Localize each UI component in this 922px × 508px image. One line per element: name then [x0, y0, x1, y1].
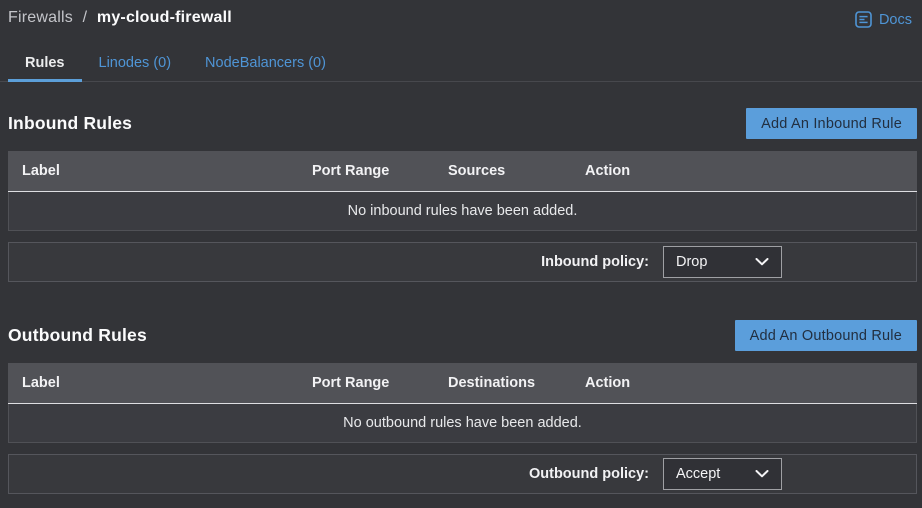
outbound-col-label: Label: [8, 375, 312, 391]
breadcrumb: Firewalls / my-cloud-firewall: [8, 9, 232, 27]
docs-label: Docs: [879, 12, 912, 28]
inbound-col-sources: Sources: [448, 163, 585, 179]
top-bar: Firewalls / my-cloud-firewall Docs: [0, 0, 922, 28]
tab-linodes-label: Linodes (0): [99, 55, 172, 71]
inbound-col-action: Action: [585, 163, 917, 179]
breadcrumb-firewalls-link[interactable]: Firewalls: [8, 9, 73, 26]
tab-nodebalancers[interactable]: NodeBalancers (0): [188, 48, 343, 81]
inbound-section-header: Inbound Rules Add An Inbound Rule: [8, 108, 917, 139]
outbound-section-header: Outbound Rules Add An Outbound Rule: [8, 320, 917, 351]
tab-rules-label: Rules: [25, 55, 65, 71]
outbound-empty-text: No outbound rules have been added.: [343, 415, 582, 431]
inbound-policy-label: Inbound policy:: [541, 254, 649, 270]
outbound-rules-table: Label Port Range Destinations Action No …: [8, 363, 917, 443]
chevron-down-icon: [755, 258, 769, 266]
tab-bar: Rules Linodes (0) NodeBalancers (0): [0, 48, 922, 82]
inbound-policy-select[interactable]: Drop: [663, 246, 782, 278]
inbound-empty-text: No inbound rules have been added.: [348, 203, 578, 219]
inbound-policy-value: Drop: [676, 254, 707, 270]
breadcrumb-current-firewall: my-cloud-firewall: [97, 9, 232, 26]
outbound-policy-row: Outbound policy: Accept: [8, 454, 917, 494]
inbound-rules-title: Inbound Rules: [8, 113, 132, 134]
inbound-col-label: Label: [8, 163, 312, 179]
docs-link[interactable]: Docs: [855, 11, 912, 28]
outbound-policy-label: Outbound policy:: [529, 466, 649, 482]
docs-icon: [855, 11, 872, 28]
outbound-empty-row: No outbound rules have been added.: [8, 404, 917, 443]
breadcrumb-separator: /: [83, 9, 88, 26]
outbound-col-destinations: Destinations: [448, 375, 585, 391]
outbound-table-header: Label Port Range Destinations Action: [8, 363, 917, 404]
outbound-col-action: Action: [585, 375, 917, 391]
outbound-policy-value: Accept: [676, 466, 720, 482]
tab-rules[interactable]: Rules: [8, 48, 82, 81]
inbound-col-port: Port Range: [312, 163, 448, 179]
inbound-rules-table: Label Port Range Sources Action No inbou…: [8, 151, 917, 231]
inbound-empty-row: No inbound rules have been added.: [8, 192, 917, 231]
inbound-table-header: Label Port Range Sources Action: [8, 151, 917, 192]
add-inbound-rule-button[interactable]: Add An Inbound Rule: [746, 108, 917, 139]
outbound-col-port: Port Range: [312, 375, 448, 391]
outbound-policy-select[interactable]: Accept: [663, 458, 782, 490]
add-outbound-rule-button[interactable]: Add An Outbound Rule: [735, 320, 917, 351]
outbound-rules-title: Outbound Rules: [8, 325, 147, 346]
tab-nodebalancers-label: NodeBalancers (0): [205, 55, 326, 71]
tab-linodes[interactable]: Linodes (0): [82, 48, 189, 81]
chevron-down-icon: [755, 470, 769, 478]
inbound-policy-row: Inbound policy: Drop: [8, 242, 917, 282]
